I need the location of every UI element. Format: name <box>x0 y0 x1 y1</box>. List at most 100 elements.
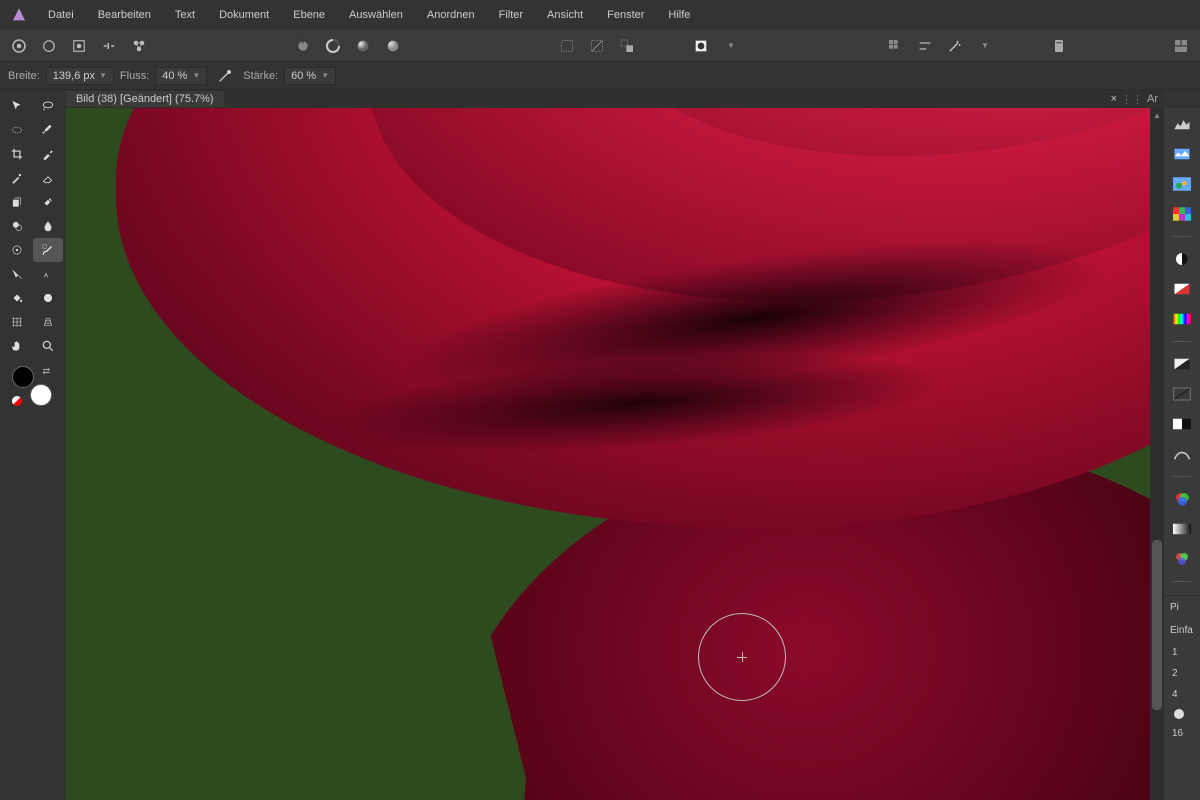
fill-tool[interactable] <box>2 286 32 310</box>
eyedropper-tool[interactable] <box>33 142 63 166</box>
menu-datei[interactable]: Datei <box>36 1 86 29</box>
menu-dokument[interactable]: Dokument <box>207 1 281 29</box>
reset-colors-icon[interactable] <box>12 396 22 406</box>
pressure-toggle-icon[interactable] <box>213 64 237 88</box>
blur-tool[interactable] <box>33 214 63 238</box>
tool-palette: A ⇄ <box>0 90 66 800</box>
paint-brush-tool[interactable] <box>2 166 32 190</box>
text-tool[interactable]: A <box>33 262 63 286</box>
pen-tool[interactable] <box>2 262 32 286</box>
right-panel: Pi Einfa 1 2 4 16 <box>1164 595 1200 800</box>
menu-ebene[interactable]: Ebene <box>281 1 337 29</box>
channel-mixer-icon[interactable] <box>1170 547 1194 571</box>
mesh-warp-tool[interactable] <box>2 310 32 334</box>
sphere-dark-icon[interactable] <box>380 33 406 59</box>
properties-icon[interactable] <box>1046 33 1072 59</box>
scroll-up-icon[interactable]: ▲ <box>1150 108 1164 122</box>
panel-row[interactable]: 1 <box>1168 646 1182 659</box>
zoom-tool[interactable] <box>33 334 63 358</box>
document-tab-label: Bild (38) [Geändert] (75.7%) <box>76 93 214 105</box>
lasso-tool[interactable] <box>33 94 63 118</box>
panel-row[interactable]: 16 <box>1168 727 1187 740</box>
panel-row[interactable]: 4 <box>1168 688 1182 701</box>
close-tab-icon[interactable]: × <box>1111 93 1117 105</box>
document-tabs: Bild (38) [Geändert] (75.7%) × ⋮⋮ Ar <box>66 90 1164 108</box>
marquee-diag-icon[interactable] <box>584 33 610 59</box>
develop-persona-icon[interactable] <box>66 33 92 59</box>
foreground-color-swatch[interactable] <box>12 366 34 388</box>
align-icon[interactable] <box>912 33 938 59</box>
healing-brush-tool[interactable] <box>33 190 63 214</box>
app-logo-icon <box>8 4 30 26</box>
quicksel-icon[interactable] <box>688 33 714 59</box>
scrollbar-thumb[interactable] <box>1152 540 1162 710</box>
menu-filter[interactable]: Filter <box>487 1 535 29</box>
swatches-icon[interactable] <box>1170 202 1194 226</box>
hsl-icon[interactable] <box>1170 307 1194 331</box>
ellipse-marquee-tool[interactable] <box>2 118 32 142</box>
color-balance-icon[interactable] <box>1170 487 1194 511</box>
overlay-brush-tool[interactable] <box>2 214 32 238</box>
white-balance-icon[interactable] <box>1170 277 1194 301</box>
crop-tool[interactable] <box>2 142 32 166</box>
magic-wand-icon[interactable] <box>942 33 968 59</box>
tonemap-persona-icon[interactable] <box>96 33 122 59</box>
menu-ansicht[interactable]: Ansicht <box>535 1 595 29</box>
refine-selection-tool[interactable] <box>33 238 63 262</box>
menu-fenster[interactable]: Fenster <box>595 1 656 29</box>
strength-label: Stärke: <box>243 70 278 82</box>
background-color-swatch[interactable] <box>30 384 52 406</box>
flow-field[interactable]: 40 %▼ <box>155 67 207 85</box>
chevron-down-icon[interactable]: ▼ <box>972 33 998 59</box>
chevron-down-icon[interactable]: ▼ <box>718 33 744 59</box>
canvas[interactable] <box>66 108 1164 800</box>
histogram-icon[interactable] <box>1170 112 1194 136</box>
width-field[interactable]: 139,6 px▼ <box>46 67 114 85</box>
export-persona-icon[interactable] <box>126 33 152 59</box>
menu-auswaehlen[interactable]: Auswählen <box>337 1 415 29</box>
levels-icon[interactable] <box>1170 352 1194 376</box>
curves-icon[interactable] <box>1170 382 1194 406</box>
shadows-highlights-icon[interactable] <box>1170 442 1194 466</box>
document-tab[interactable]: Bild (38) [Geändert] (75.7%) <box>66 91 224 107</box>
sphere-light-icon[interactable] <box>350 33 376 59</box>
gradient-map-icon[interactable] <box>1170 517 1194 541</box>
black-white-icon[interactable] <box>1170 412 1194 436</box>
selection-brush-tool[interactable] <box>33 118 63 142</box>
menu-text[interactable]: Text <box>163 1 207 29</box>
eraser-tool[interactable] <box>33 166 63 190</box>
strength-field[interactable]: 60 %▼ <box>284 67 336 85</box>
rotate-left-icon[interactable] <box>290 33 316 59</box>
move-tool[interactable] <box>2 94 32 118</box>
vertical-scrollbar[interactable]: ▲ <box>1150 108 1164 800</box>
panel-layout-icon[interactable] <box>1168 33 1194 59</box>
panel-row[interactable]: 2 <box>1168 667 1182 680</box>
color-swatches[interactable]: ⇄ <box>12 366 52 406</box>
panel-tab-label[interactable]: Pi <box>1168 600 1181 615</box>
color-picker-tool[interactable] <box>2 238 32 262</box>
scope-icon[interactable] <box>1170 142 1194 166</box>
persona-toolbar: ▼ ▼ <box>0 30 1200 62</box>
snap-grid-icon[interactable] <box>882 33 908 59</box>
swap-colors-icon[interactable]: ⇄ <box>42 366 50 377</box>
tab-panel-grip-icon[interactable]: ⋮⋮ <box>1121 93 1143 106</box>
hand-tool[interactable] <box>2 334 32 358</box>
color-scope-icon[interactable] <box>1170 172 1194 196</box>
rotate-right-icon[interactable] <box>320 33 346 59</box>
right-panel-tab[interactable]: Ar <box>1147 93 1158 105</box>
menu-anordnen[interactable]: Anordnen <box>415 1 487 29</box>
shape-tool[interactable] <box>33 286 63 310</box>
menu-hilfe[interactable]: Hilfe <box>656 1 702 29</box>
panel-mode-label[interactable]: Einfa <box>1168 623 1195 638</box>
liquify-persona-icon[interactable] <box>36 33 62 59</box>
width-label: Breite: <box>8 70 40 82</box>
brush-preview-icon <box>1174 709 1184 719</box>
canvas-viewport[interactable] <box>66 108 1164 800</box>
clone-tool[interactable] <box>2 190 32 214</box>
brightness-contrast-icon[interactable] <box>1170 247 1194 271</box>
marquee-refine-icon[interactable] <box>614 33 640 59</box>
menu-bearbeiten[interactable]: Bearbeiten <box>86 1 163 29</box>
photo-persona-icon[interactable] <box>6 33 32 59</box>
perspective-tool[interactable] <box>33 310 63 334</box>
marquee-rect-icon[interactable] <box>554 33 580 59</box>
